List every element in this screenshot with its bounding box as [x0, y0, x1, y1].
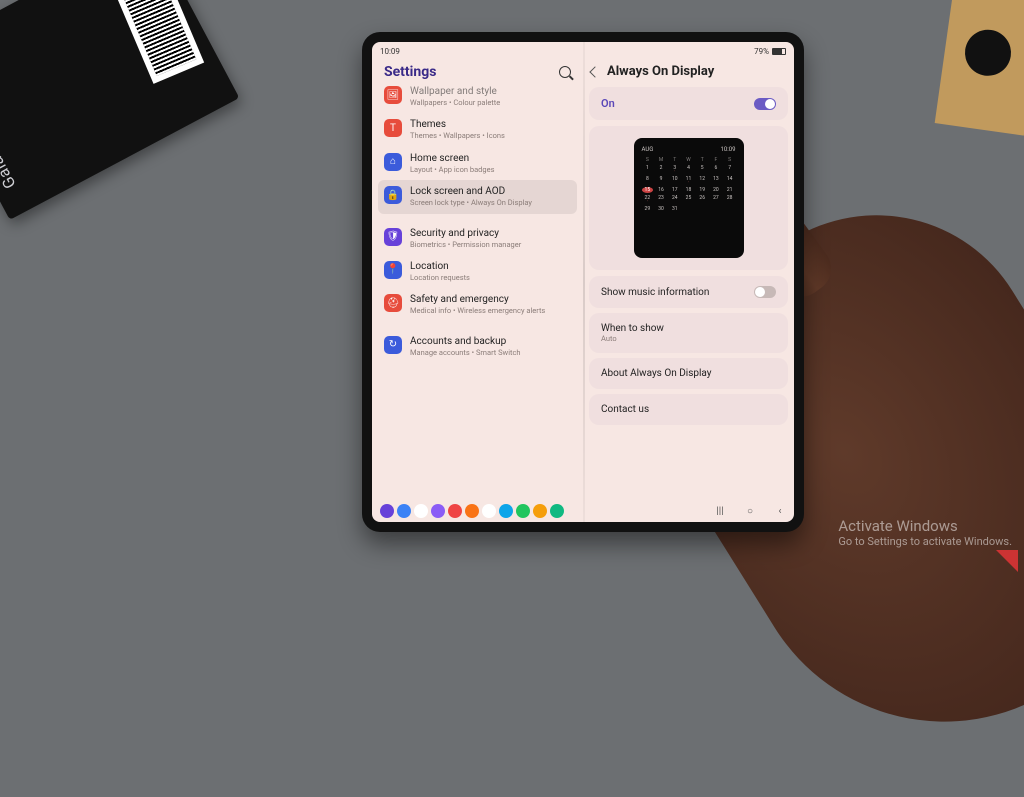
aod-preview: AUG 10:09 SMTWTFS12345678910111213141516…	[634, 138, 744, 258]
settings-item-icon: T	[384, 119, 402, 137]
settings-item-sub: Biometrics • Permission manager	[410, 240, 521, 249]
settings-item-title: Location	[410, 261, 470, 273]
settings-item-safety-and-emergency[interactable]: ⛑ Safety and emergency Medical info • Wi…	[378, 288, 577, 321]
settings-item-themes[interactable]: T Themes Themes • Wallpapers • Icons	[378, 113, 577, 146]
settings-item-accounts-and-backup[interactable]: ↻ Accounts and backup Manage accounts • …	[378, 330, 577, 363]
dock-app[interactable]	[448, 504, 462, 518]
settings-item-icon: 🔒	[384, 186, 402, 204]
settings-item-icon: ↻	[384, 336, 402, 354]
search-icon[interactable]	[559, 66, 571, 78]
settings-item-sub: Screen lock type • Always On Display	[410, 198, 532, 207]
home-button[interactable]: ○	[744, 506, 756, 517]
barcode	[114, 0, 204, 84]
settings-item-sub: Medical info • Wireless emergency alerts	[410, 306, 545, 315]
settings-item-sub: Themes • Wallpapers • Icons	[410, 131, 505, 140]
device-frame: 10:09 79% Settings 🖼 Wallpaper and style…	[362, 32, 804, 532]
settings-item-title: Safety and emergency	[410, 294, 545, 306]
settings-item-sub: Wallpapers • Colour palette	[410, 98, 500, 107]
dock-app[interactable]	[499, 504, 513, 518]
settings-item-title: Home screen	[410, 153, 494, 165]
battery-icon	[772, 48, 786, 55]
settings-item-icon: 🖼	[384, 86, 402, 104]
dock-app[interactable]	[516, 504, 530, 518]
settings-item-wallpaper-and-style[interactable]: 🖼 Wallpaper and style Wallpapers • Colou…	[378, 80, 577, 113]
status-time: 10:09	[380, 47, 400, 56]
product-box: Galaxy Z Fold6	[0, 0, 239, 220]
dock-app[interactable]	[465, 504, 479, 518]
aod-toggle-card[interactable]: On	[589, 87, 788, 120]
status-battery-pct: 79%	[754, 47, 769, 56]
settings-item-lock-screen-and-aod[interactable]: 🔒 Lock screen and AOD Screen lock type •…	[378, 180, 577, 213]
settings-item-icon: ⌂	[384, 153, 402, 171]
back-icon[interactable]	[589, 66, 600, 77]
about-aod-row[interactable]: About Always On Display	[589, 358, 788, 389]
aod-toggle[interactable]	[754, 98, 776, 110]
music-toggle[interactable]	[754, 286, 776, 298]
page-title: Settings	[384, 64, 436, 80]
settings-item-home-screen[interactable]: ⌂ Home screen Layout • App icon badges	[378, 147, 577, 180]
settings-item-title: Themes	[410, 119, 505, 131]
app-dock[interactable]	[380, 504, 564, 518]
dock-app[interactable]	[414, 504, 428, 518]
when-to-show-row[interactable]: When to show Auto	[589, 313, 788, 353]
settings-list: 🖼 Wallpaper and style Wallpapers • Colou…	[378, 88, 577, 363]
settings-item-sub: Layout • App icon badges	[410, 165, 494, 174]
settings-item-title: Security and privacy	[410, 228, 521, 240]
wooden-block	[935, 0, 1024, 136]
settings-item-sub: Location requests	[410, 273, 470, 282]
settings-item-title: Wallpaper and style	[410, 86, 500, 98]
settings-item-sub: Manage accounts • Smart Switch	[410, 348, 521, 357]
windows-watermark: Activate Windows Go to Settings to activ…	[838, 517, 1012, 548]
screen-fold	[583, 42, 585, 522]
aod-on-label: On	[601, 97, 615, 110]
dock-app[interactable]	[397, 504, 411, 518]
settings-item-icon: 🛡	[384, 228, 402, 246]
dock-app[interactable]	[380, 504, 394, 518]
recents-button[interactable]: |||	[714, 506, 726, 517]
settings-item-title: Accounts and backup	[410, 336, 521, 348]
dock-app[interactable]	[431, 504, 445, 518]
settings-item-security-and-privacy[interactable]: 🛡 Security and privacy Biometrics • Perm…	[378, 222, 577, 255]
dock-app[interactable]	[550, 504, 564, 518]
dock-app[interactable]	[533, 504, 547, 518]
back-button[interactable]: ‹	[774, 506, 786, 517]
settings-item-icon: 📍	[384, 261, 402, 279]
settings-item-location[interactable]: 📍 Location Location requests	[378, 255, 577, 288]
contact-us-row[interactable]: Contact us	[589, 394, 788, 425]
detail-title: Always On Display	[607, 64, 714, 79]
settings-item-icon: ⛑	[384, 294, 402, 312]
dock-app[interactable]	[482, 504, 496, 518]
box-label: Galaxy Z Fold6	[0, 84, 20, 192]
aod-pane: Always On Display On AUG 10:09 SMTWTFS	[583, 60, 794, 500]
settings-pane: Settings 🖼 Wallpaper and style Wallpaper…	[372, 60, 583, 500]
music-info-row[interactable]: Show music information	[589, 276, 788, 308]
settings-item-title: Lock screen and AOD	[410, 186, 532, 198]
